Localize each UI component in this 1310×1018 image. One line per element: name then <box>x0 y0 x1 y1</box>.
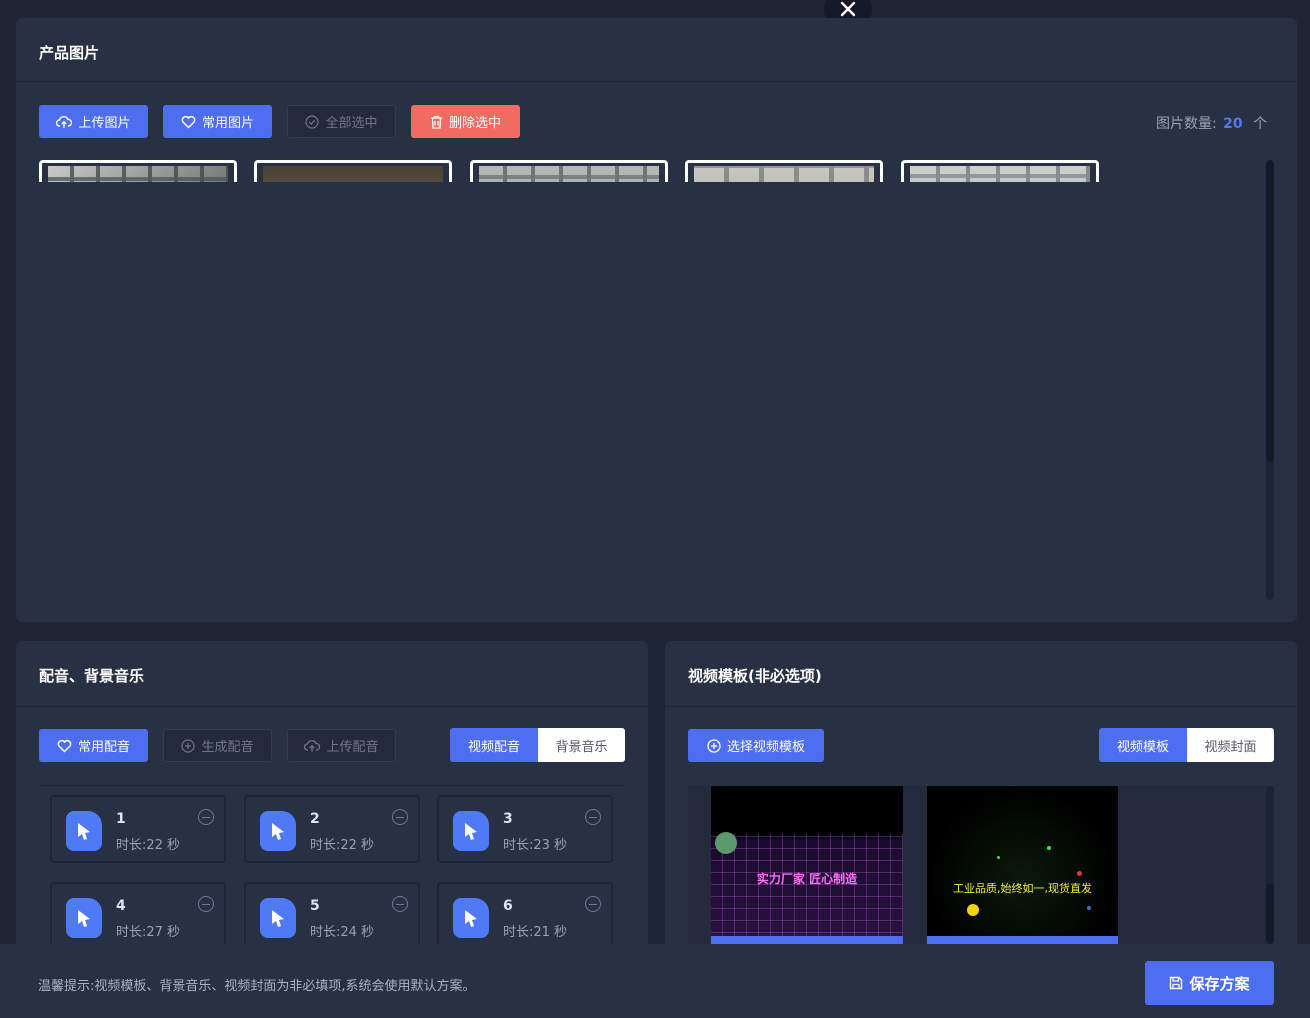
template-list-scrollbar-thumb[interactable] <box>1266 884 1274 944</box>
image-count: 图片数量: 20 个 <box>1156 113 1267 133</box>
template-text: 工业品质,始终如一,现货直发 <box>953 882 1092 895</box>
audio-file-icon <box>260 898 296 938</box>
audio-file-icon <box>453 898 489 938</box>
template-card[interactable]: 实力厂家 匠心制造 <box>711 786 903 944</box>
audio-item[interactable]: 3 时长:23 秒 <box>437 795 613 863</box>
panel-divider <box>665 706 1297 707</box>
remove-icon[interactable] <box>392 809 408 825</box>
template-tab-switch: 视频模板 视频封面 <box>1099 728 1274 762</box>
audio-item-name: 3 <box>503 811 513 827</box>
image-count-unit: 个 <box>1253 116 1268 132</box>
template-card[interactable]: 工业品质,始终如一,现货直发 <box>927 786 1118 944</box>
template-text: 实力厂家 匠心制造 <box>756 872 858 886</box>
audio-item-duration: 时长:23 秒 <box>503 838 568 853</box>
select-template-label: 选择视频模板 <box>726 740 805 755</box>
image-grid-scrollbar-thumb[interactable] <box>1266 160 1274 462</box>
audio-item-duration: 时长:22 秒 <box>116 838 181 853</box>
remove-icon[interactable] <box>198 896 214 912</box>
plus-circle-icon <box>707 738 721 753</box>
image-count-value: 20 <box>1223 116 1243 132</box>
audio-item-name: 2 <box>310 811 320 827</box>
audio-file-icon <box>260 811 296 851</box>
audio-item-duration: 时长:27 秒 <box>116 925 181 940</box>
audio-item-name: 6 <box>503 898 513 914</box>
footer-tip: 温馨提示:视频模板、背景音乐、视频封面为非必填项,系统会使用默认方案。 <box>38 979 476 994</box>
remove-icon[interactable] <box>198 809 214 825</box>
save-icon <box>1170 976 1183 990</box>
audio-list: 1 时长:22 秒 2 时长:22 秒 3 时长:23 秒 4 时长:27 秒 … <box>0 0 660 944</box>
audio-file-icon <box>453 811 489 851</box>
remove-icon[interactable] <box>585 809 601 825</box>
select-template-button[interactable]: 选择视频模板 <box>688 729 824 762</box>
tab-video-template[interactable]: 视频模板 <box>1099 728 1187 762</box>
audio-item[interactable]: 4 时长:27 秒 <box>50 882 226 944</box>
audio-item[interactable]: 1 时长:22 秒 <box>50 795 226 863</box>
audio-item[interactable]: 6 时长:21 秒 <box>437 882 613 944</box>
audio-item-name: 5 <box>310 898 320 914</box>
audio-file-icon <box>66 898 102 938</box>
audio-item[interactable]: 2 时长:22 秒 <box>244 795 420 863</box>
save-plan-button[interactable]: 保存方案 <box>1145 961 1274 1005</box>
remove-icon[interactable] <box>585 896 601 912</box>
image-count-label: 图片数量: <box>1156 116 1217 132</box>
video-template-title: 视频模板(非必选项) <box>688 667 822 685</box>
save-plan-label: 保存方案 <box>1189 974 1250 993</box>
audio-item[interactable]: 5 时长:24 秒 <box>244 882 420 944</box>
audio-file-icon <box>66 811 102 851</box>
tab-video-cover[interactable]: 视频封面 <box>1187 728 1274 762</box>
audio-item-name: 1 <box>116 811 126 827</box>
audio-item-duration: 时长:24 秒 <box>310 925 375 940</box>
audio-item-duration: 时长:22 秒 <box>310 838 375 853</box>
audio-item-name: 4 <box>116 898 126 914</box>
remove-icon[interactable] <box>392 896 408 912</box>
audio-item-duration: 时长:21 秒 <box>503 925 568 940</box>
